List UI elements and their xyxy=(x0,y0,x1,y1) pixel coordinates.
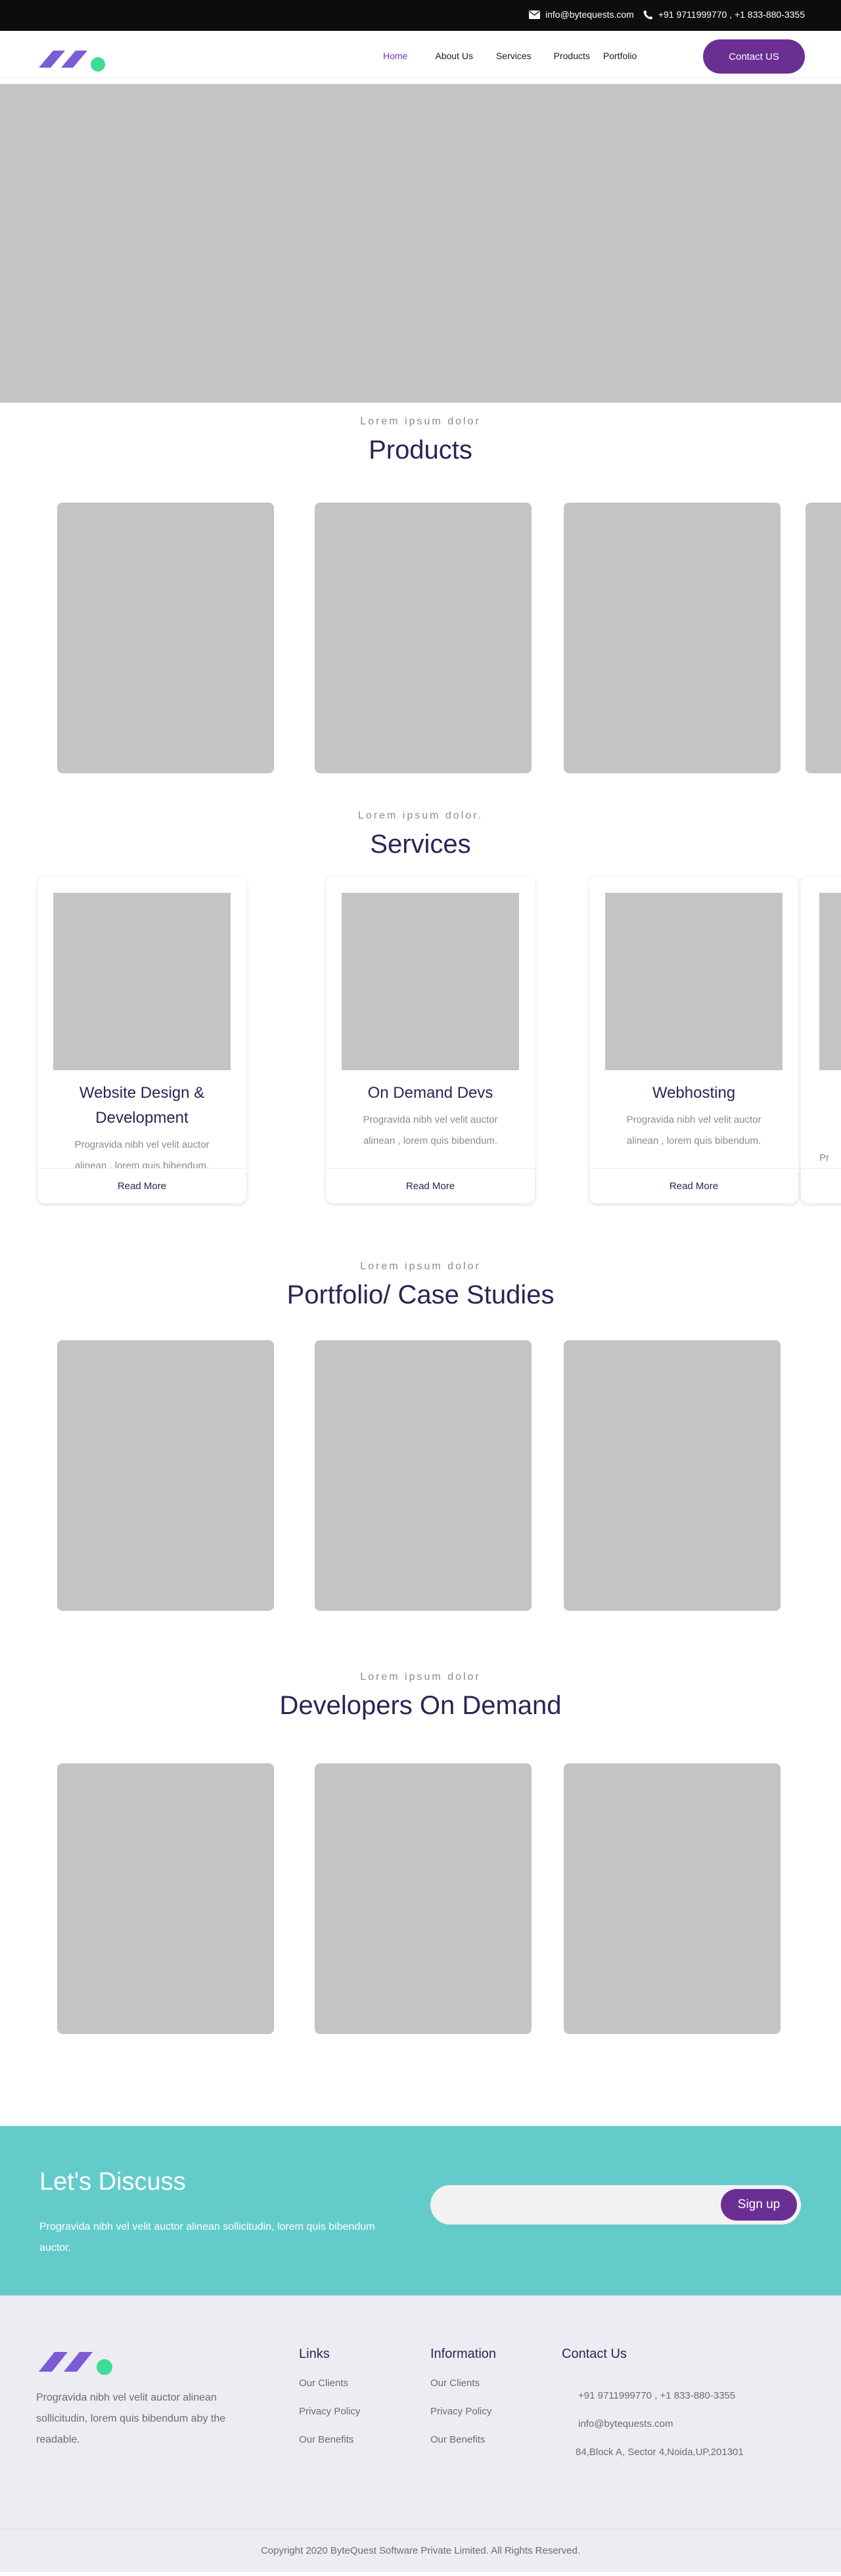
read-more-button-partial[interactable] xyxy=(801,1168,841,1204)
nav-links: Home About Us Services Products Portfoli… xyxy=(383,45,637,66)
footer-about-text: Progravida nibh vel velit auctor alinean… xyxy=(36,2392,226,2445)
services-eyebrow: Lorem ipsum dolor. xyxy=(357,810,484,821)
developers-header: Lorem ipsum dolor Developers On Demand xyxy=(0,1611,841,1763)
services-title: Services xyxy=(370,830,471,859)
footer-info-privacy-policy[interactable]: Privacy Policy xyxy=(430,2405,496,2419)
lets-discuss-section: Let's Discuss Progravida nibh vel velit … xyxy=(0,2126,841,2295)
developer-card[interactable] xyxy=(57,1763,274,2034)
portfolio-card[interactable] xyxy=(57,1340,274,1611)
read-more-button[interactable]: Read More xyxy=(37,1168,246,1204)
portfolio-header: Lorem ipsum dolor Portfolio/ Case Studie… xyxy=(0,1208,841,1340)
portfolio-title: Portfolio/ Case Studies xyxy=(286,1280,555,1309)
portfolio-card[interactable] xyxy=(315,1340,532,1611)
footer: Progravida nibh vel velit auctor alinean… xyxy=(0,2295,841,2529)
main-navbar: Home About Us Services Products Portfoli… xyxy=(0,31,841,78)
developers-grid xyxy=(0,1763,841,2034)
top-bar: info@bytequests.com +91 9711999770 , +1 … xyxy=(0,0,841,31)
read-more-button[interactable]: Read More xyxy=(589,1168,798,1204)
products-header: Lorem ipsum dolor Products xyxy=(0,403,841,503)
signup-form: Sign up xyxy=(430,2185,801,2225)
top-bar-contact: info@bytequests.com +91 9711999770 , +1 … xyxy=(528,9,805,20)
service-image xyxy=(342,893,519,1070)
product-card[interactable] xyxy=(564,503,781,773)
footer-info-our-clients[interactable]: Our Clients xyxy=(430,2376,496,2391)
service-card-partial: Pr al xyxy=(800,876,841,1204)
service-image xyxy=(53,893,231,1070)
service-description: Progravida nibh vel velit auctor alinean… xyxy=(363,1114,498,1146)
top-phone[interactable]: +91 9711999770 , +1 833-880-3355 xyxy=(643,9,805,20)
footer-link-our-benefits[interactable]: Our Benefits xyxy=(299,2433,360,2447)
product-card-partial[interactable] xyxy=(806,503,841,773)
footer-link-privacy-policy[interactable]: Privacy Policy xyxy=(299,2405,360,2419)
portfolio-card[interactable] xyxy=(564,1340,781,1611)
service-title: Webhosting xyxy=(652,1084,736,1102)
signup-email-input[interactable] xyxy=(443,2185,706,2225)
footer-links-column: Links Our Clients Privacy Policy Our Ben… xyxy=(299,2347,360,2461)
phone-icon xyxy=(643,10,653,20)
footer-contact-email[interactable]: info@bytequests.com xyxy=(578,2417,744,2431)
service-card-website-design: Website Design & Development Progravida … xyxy=(37,876,247,1204)
developers-eyebrow: Lorem ipsum dolor xyxy=(360,1671,481,1683)
service-description: Progravida nibh vel velit auctor alinean… xyxy=(626,1114,761,1146)
portfolio-grid xyxy=(0,1340,841,1611)
products-carousel[interactable] xyxy=(0,503,841,773)
products-eyebrow: Lorem ipsum dolor xyxy=(360,416,481,427)
envelope-icon xyxy=(528,10,540,19)
service-card-webhosting: Webhosting Progravida nibh vel velit auc… xyxy=(589,876,799,1204)
service-title: Website Design & Development xyxy=(79,1084,205,1127)
service-title: On Demand Devs xyxy=(367,1084,493,1102)
top-email[interactable]: info@bytequests.com xyxy=(528,9,634,20)
product-card[interactable] xyxy=(57,503,274,773)
discuss-title: Let's Discuss xyxy=(39,2168,186,2196)
products-title: Products xyxy=(369,436,472,464)
developers-title: Developers On Demand xyxy=(279,1691,562,1720)
services-carousel[interactable]: Website Design & Development Progravida … xyxy=(0,873,841,1208)
services-header: Lorem ipsum dolor. Services xyxy=(0,773,841,873)
nav-products[interactable]: Products xyxy=(554,45,590,66)
developer-card[interactable] xyxy=(564,1763,781,2034)
nav-portfolio[interactable]: Portfolio xyxy=(603,45,637,66)
service-image xyxy=(819,893,841,1070)
read-more-button[interactable]: Read More xyxy=(326,1168,535,1204)
contact-us-button[interactable]: Contact US xyxy=(703,39,805,74)
footer-logo[interactable] xyxy=(36,2345,115,2376)
nav-about-us[interactable]: About Us xyxy=(435,45,473,66)
developer-card[interactable] xyxy=(315,1763,532,2034)
nav-home[interactable]: Home xyxy=(383,45,407,66)
product-card[interactable] xyxy=(315,503,532,773)
footer-contact-address: 84,Block A, Sector 4,Noida,UP,201301 xyxy=(576,2447,744,2458)
footer-information-column: Information Our Clients Privacy Policy O… xyxy=(430,2347,496,2461)
footer-links-title: Links xyxy=(299,2347,330,2361)
footer-contact-details: +91 9711999770 , +1 833-880-3355 info@by… xyxy=(576,2389,744,2474)
footer-info-our-benefits[interactable]: Our Benefits xyxy=(430,2433,496,2447)
brand-logo[interactable] xyxy=(36,45,108,72)
footer-information-title: Information xyxy=(430,2347,497,2361)
service-image xyxy=(605,893,783,1070)
footer-link-our-clients[interactable]: Our Clients xyxy=(299,2376,360,2391)
footer-contact-phone[interactable]: +91 9711999770 , +1 833-880-3355 xyxy=(578,2389,744,2403)
top-phone-text: +91 9711999770 , +1 833-880-3355 xyxy=(658,9,805,20)
hero-banner-placeholder xyxy=(0,84,841,403)
top-email-text: info@bytequests.com xyxy=(545,9,634,20)
sign-up-button[interactable]: Sign up xyxy=(721,2189,797,2221)
discuss-text: Progravida nibh vel velit auctor alinean… xyxy=(39,2221,375,2253)
portfolio-eyebrow: Lorem ipsum dolor xyxy=(360,1261,481,1272)
copyright-bar: Copyright 2020 ByteQuest Software Privat… xyxy=(0,2529,841,2572)
service-card-on-demand-devs: On Demand Devs Progravida nibh vel velit… xyxy=(325,876,535,1204)
footer-contact-column: Contact Us xyxy=(562,2347,627,2376)
footer-contact-title: Contact Us xyxy=(562,2347,627,2361)
nav-services[interactable]: Services xyxy=(496,45,532,66)
